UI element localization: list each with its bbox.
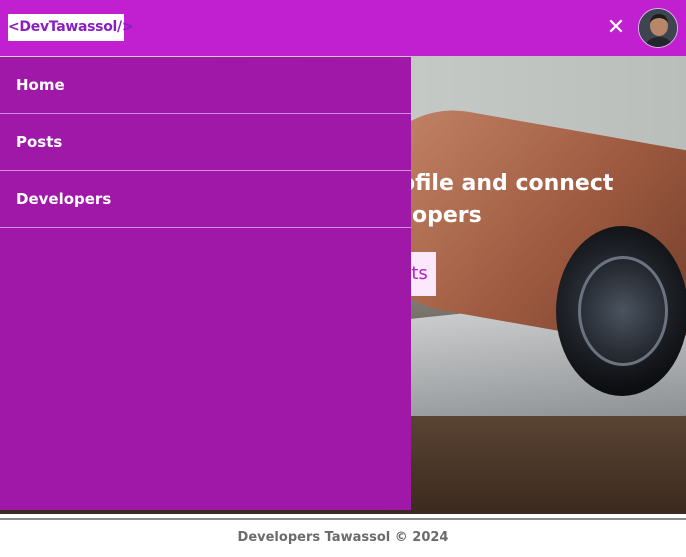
hero-table-image: [380, 416, 686, 514]
avatar-image: [639, 9, 677, 47]
close-menu-button[interactable]: ✕: [603, 14, 629, 42]
footer-divider: [0, 518, 686, 520]
navbar: <DevTawassol/> ✕: [0, 0, 686, 56]
drawer-item-home[interactable]: Home: [0, 57, 411, 114]
site-logo[interactable]: <DevTawassol/>: [8, 14, 134, 41]
drawer-item-posts[interactable]: Posts: [0, 114, 411, 171]
user-avatar[interactable]: [638, 8, 678, 48]
side-drawer-menu: Home Posts Developers: [0, 57, 411, 510]
footer-text: Developers Tawassol © 2024: [237, 530, 449, 545]
hero-watch-face: [578, 256, 668, 366]
drawer-item-developers[interactable]: Developers: [0, 171, 411, 228]
